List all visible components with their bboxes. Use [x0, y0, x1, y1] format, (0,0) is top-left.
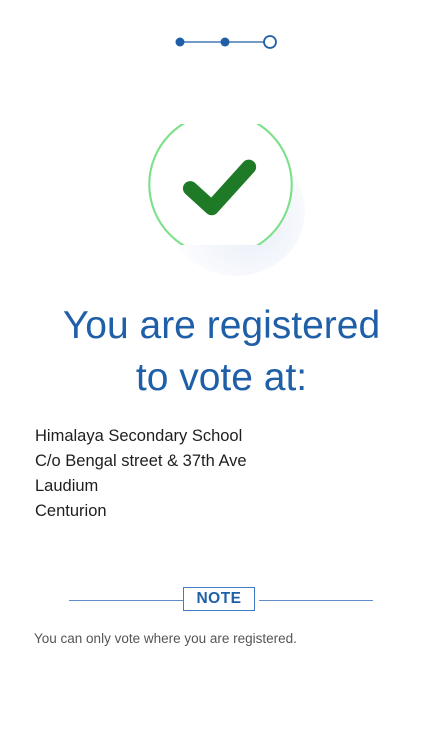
step-dot-2-completed	[220, 37, 230, 47]
progress-stepper	[0, 30, 443, 54]
note-divider: NOTE	[69, 587, 373, 615]
note-divider-line-left	[69, 600, 183, 601]
address-line-suburb: Laudium	[35, 477, 99, 495]
checkmark-icon	[148, 124, 293, 245]
note-label: NOTE	[183, 587, 255, 611]
page-title-line-1: You are registered	[62, 304, 381, 347]
voting-station-address: Himalaya Secondary School C/o Bengal str…	[35, 424, 247, 524]
page-title-line-2: to vote at:	[135, 356, 308, 399]
address-line-street: C/o Bengal street & 37th Ave	[35, 452, 247, 470]
address-line-city: Centurion	[35, 502, 107, 520]
progress-stepper-graphic	[175, 35, 277, 49]
note-divider-line-right	[259, 600, 373, 601]
step-dot-3-current	[263, 35, 277, 49]
address-line-school: Himalaya Secondary School	[35, 427, 243, 445]
note-text: You can only vote where you are register…	[34, 631, 297, 646]
page-title: You are registered to vote at:	[0, 300, 443, 404]
step-dot-1-completed	[175, 37, 185, 47]
registration-success-badge	[147, 124, 307, 276]
